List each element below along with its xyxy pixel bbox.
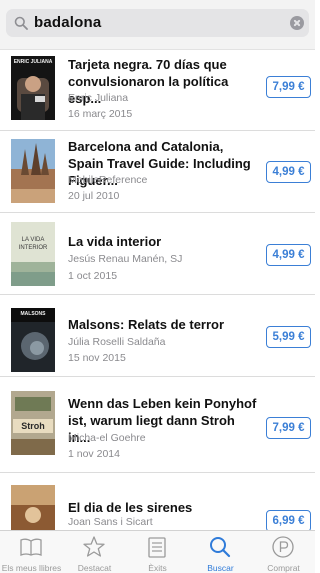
book-author: Micha-el Goehre <box>68 432 146 444</box>
tab-label: Comprat <box>267 563 300 573</box>
cover-caption: Stroh <box>21 421 45 431</box>
tab-my-books[interactable]: Els meus llibres <box>0 531 63 573</box>
book-date: 15 nov 2015 <box>68 352 126 364</box>
book-author: Enric Juliana <box>68 92 129 104</box>
tab-purchased[interactable]: Comprat <box>252 531 315 573</box>
book-author: Joan Sans i Sicart <box>68 516 153 528</box>
book-date: 16 març 2015 <box>68 108 133 120</box>
star-icon <box>83 536 105 557</box>
list-item[interactable]: MALSONS Malsons: Relats de terror Júlia … <box>0 295 315 377</box>
tab-label: Els meus llibres <box>1 563 62 573</box>
cover-caption: ENRIC JULIANA <box>13 59 53 65</box>
book-title: La vida interior <box>68 234 162 249</box>
list-icon <box>148 537 166 558</box>
price-button[interactable]: 5,99 € <box>266 326 311 348</box>
list-item[interactable]: ENRIC JULIANA Tarjeta negra. 70 días que… <box>0 50 315 131</box>
tab-featured[interactable]: Destacat <box>63 531 126 573</box>
purchased-icon <box>272 536 294 558</box>
book-cover: Stroh <box>11 391 55 455</box>
book-cover: LA VIDA INTERIOR <box>11 222 55 286</box>
tab-search[interactable]: Buscar <box>189 531 252 573</box>
book-author: Júlia Roselli Saldaña <box>68 336 166 348</box>
list-item[interactable]: Barcelona and Catalonia, Spain Travel Gu… <box>0 131 315 213</box>
price-button[interactable]: 6,99 € <box>266 510 311 530</box>
book-date: 1 nov 2014 <box>68 448 120 460</box>
search-bar: badalona <box>0 0 315 50</box>
book-date: 20 jul 2010 <box>68 190 120 202</box>
tab-bar: Els meus llibres Destacat Èxits Buscar C… <box>0 530 315 573</box>
search-field[interactable]: badalona <box>6 9 309 37</box>
search-icon <box>210 537 231 558</box>
list-item[interactable]: LA VIDA INTERIOR La vida interior Jesús … <box>0 213 315 295</box>
book-title: El dia de les sirenes <box>68 500 193 515</box>
tab-label: Èxits <box>148 563 167 573</box>
cover-caption: MALSONS <box>20 311 46 317</box>
book-cover <box>11 485 55 530</box>
book-date: 1 oct 2015 <box>68 270 118 282</box>
book-cover: MALSONS <box>11 308 55 372</box>
tab-label: Buscar <box>207 563 234 573</box>
book-title: Malsons: Relats de terror <box>68 317 225 332</box>
clear-search-icon[interactable] <box>290 16 304 30</box>
price-button[interactable]: 7,99 € <box>266 76 311 98</box>
list-item[interactable]: El dia de les sirenes Joan Sans i Sicart… <box>0 473 315 530</box>
price-button[interactable]: 4,99 € <box>266 161 311 183</box>
search-input[interactable]: badalona <box>34 14 101 31</box>
book-cover: ENRIC JULIANA <box>11 56 55 120</box>
tab-top-charts[interactable]: Èxits <box>126 531 189 573</box>
search-results-list: ENRIC JULIANA Tarjeta negra. 70 días que… <box>0 50 315 530</box>
price-button[interactable]: 7,99 € <box>266 417 311 439</box>
list-item[interactable]: Stroh Wenn das Leben kein Ponyhof ist, w… <box>0 377 315 473</box>
cover-caption: LA VIDA INTERIOR <box>18 237 48 251</box>
book-icon <box>20 538 42 556</box>
book-cover <box>11 139 55 203</box>
search-icon <box>14 16 28 30</box>
tab-label: Destacat <box>77 563 112 573</box>
book-author: Jesús Renau Manén, SJ <box>68 253 183 265</box>
price-button[interactable]: 4,99 € <box>266 244 311 266</box>
book-author: MobileReference <box>68 174 148 186</box>
